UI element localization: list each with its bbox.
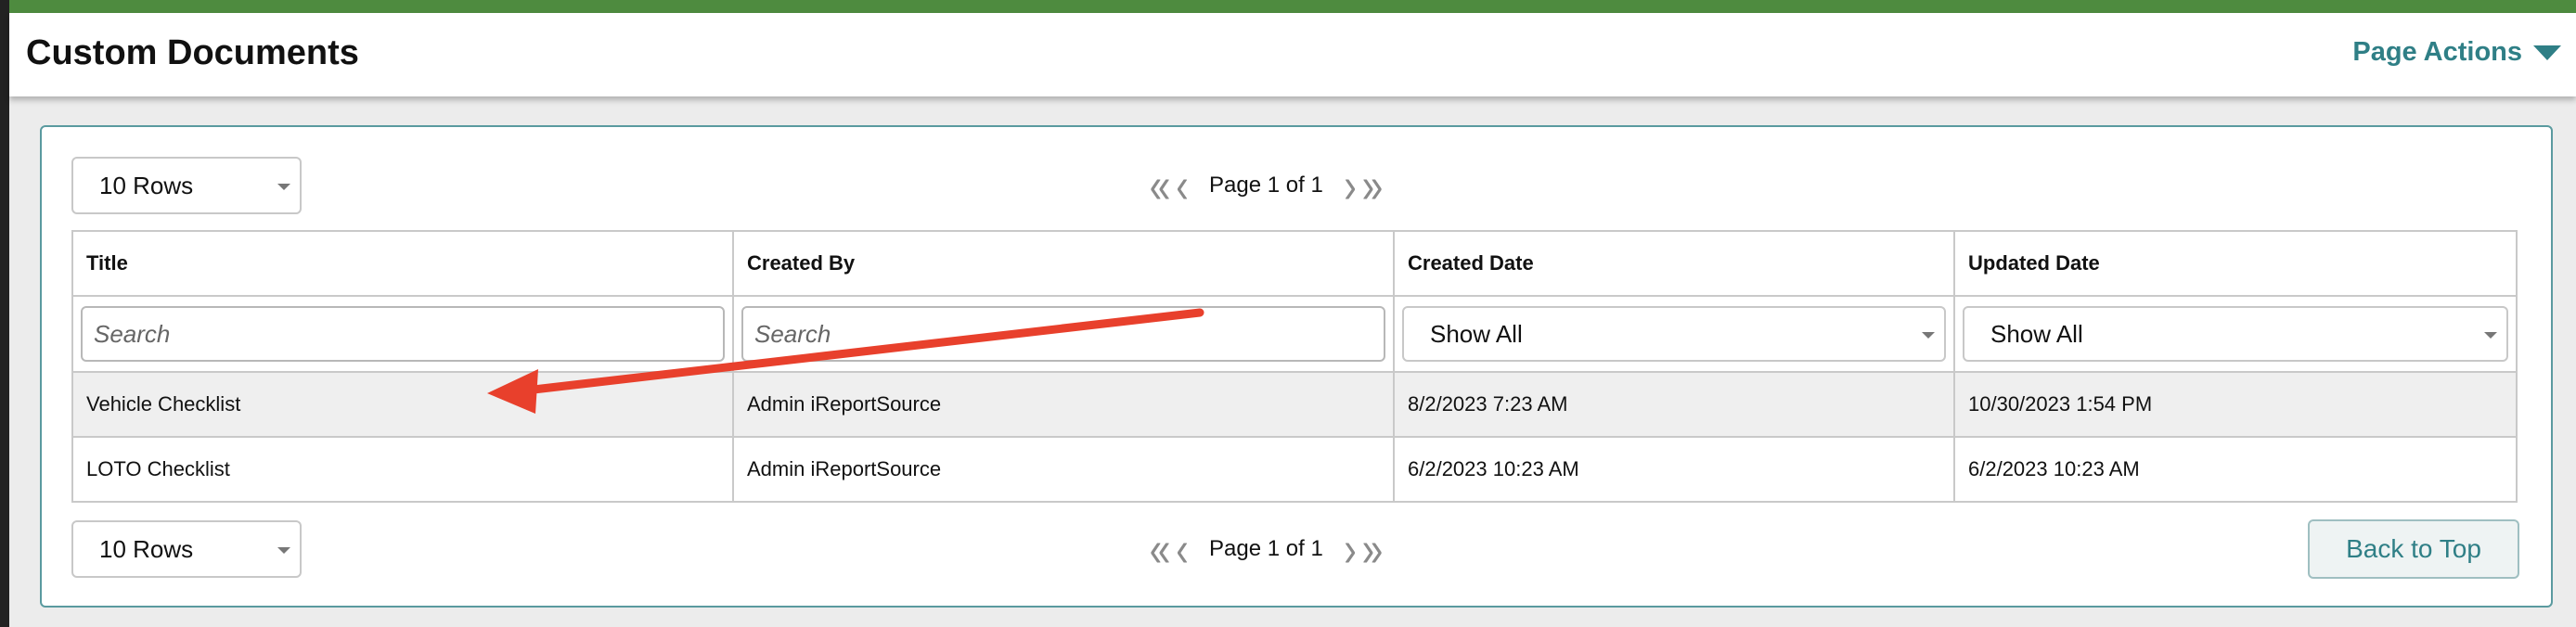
page-actions-menu[interactable]: Page Actions — [2352, 37, 2561, 68]
table-row[interactable]: Vehicle Checklist Admin iReportSource 8/… — [71, 371, 2518, 438]
page-indicator: Page 1 of 1 — [1209, 536, 1323, 561]
cell-created-by: Admin iReportSource — [732, 436, 1395, 503]
table-header-row: Title Created By Created Date Updated Da… — [71, 230, 2518, 297]
next-page-icon[interactable]: › — [1344, 157, 1356, 214]
top-accent-bar — [0, 0, 2576, 13]
title-search-input[interactable] — [81, 306, 725, 362]
previous-page-icon[interactable]: ‹ — [1176, 520, 1188, 578]
caret-down-icon — [277, 547, 290, 554]
rows-per-page-select-bottom[interactable]: 10 Rows — [71, 520, 302, 578]
documents-table: Title Created By Created Date Updated Da… — [71, 230, 2518, 503]
cell-title[interactable]: Vehicle Checklist — [71, 371, 734, 438]
column-header-updated-date[interactable]: Updated Date — [1953, 230, 2518, 297]
back-to-top-button[interactable]: Back to Top — [2308, 519, 2519, 579]
cell-created-date: 8/2/2023 7:23 AM — [1393, 371, 1955, 438]
cell-created-by: Admin iReportSource — [732, 371, 1395, 438]
column-header-created-date[interactable]: Created Date — [1393, 230, 1955, 297]
rows-per-page-value: 10 Rows — [99, 535, 194, 563]
created-date-filter-select[interactable]: Show All — [1402, 306, 1946, 362]
page-header: Custom Documents Page Actions — [9, 13, 2576, 96]
cell-created-date: 6/2/2023 10:23 AM — [1393, 436, 1955, 503]
rows-per-page-value: 10 Rows — [99, 172, 194, 199]
last-page-icon[interactable]: » — [1362, 157, 1384, 214]
pagination-top: « ‹ Page 1 of 1 › » — [1146, 157, 1386, 214]
updated-date-filter-value: Show All — [1990, 320, 2083, 348]
page-actions-label: Page Actions — [2352, 37, 2522, 67]
caret-down-icon — [2484, 332, 2497, 339]
filter-row: Show All Show All — [71, 295, 2518, 373]
chevron-down-icon — [2533, 45, 2561, 60]
updated-date-filter-select[interactable]: Show All — [1963, 306, 2508, 362]
cell-updated-date: 6/2/2023 10:23 AM — [1953, 436, 2518, 503]
caret-down-icon — [277, 184, 290, 190]
previous-page-icon[interactable]: ‹ — [1176, 157, 1188, 214]
column-header-created-by[interactable]: Created By — [732, 230, 1395, 297]
documents-card: 10 Rows « ‹ Page 1 of 1 › » Title Create… — [40, 125, 2553, 608]
cell-updated-date: 10/30/2023 1:54 PM — [1953, 371, 2518, 438]
column-header-title[interactable]: Title — [71, 230, 734, 297]
created-date-filter-value: Show All — [1430, 320, 1523, 348]
first-page-icon[interactable]: « — [1150, 520, 1171, 578]
page-title: Custom Documents — [26, 33, 359, 72]
table-row[interactable]: LOTO Checklist Admin iReportSource 6/2/2… — [71, 436, 2518, 503]
page-indicator: Page 1 of 1 — [1209, 173, 1323, 198]
rows-per-page-select-top[interactable]: 10 Rows — [71, 157, 302, 214]
pagination-bottom: « ‹ Page 1 of 1 › » — [1146, 520, 1386, 578]
cell-title[interactable]: LOTO Checklist — [71, 436, 734, 503]
created-by-search-input[interactable] — [741, 306, 1385, 362]
last-page-icon[interactable]: » — [1362, 520, 1384, 578]
left-edge-bar — [0, 0, 9, 627]
first-page-icon[interactable]: « — [1150, 157, 1171, 214]
next-page-icon[interactable]: › — [1344, 520, 1356, 578]
caret-down-icon — [1922, 332, 1935, 339]
